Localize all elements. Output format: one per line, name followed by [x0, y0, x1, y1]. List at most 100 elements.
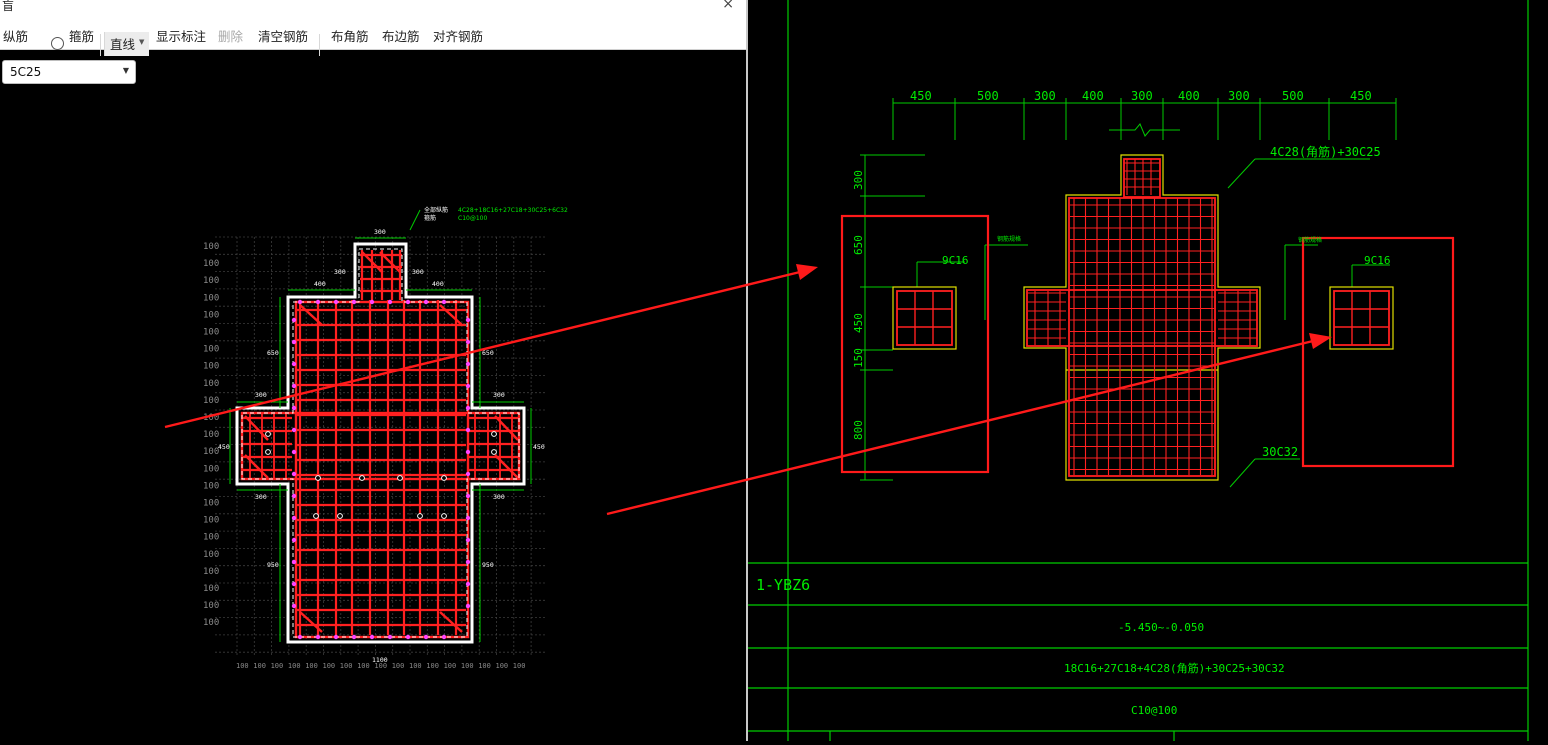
close-icon[interactable]: × [722, 0, 734, 12]
rebar-point [291, 427, 297, 433]
grid-label: 100 [203, 516, 219, 526]
grid-label: 100 [444, 662, 457, 670]
dim-label: 400 [432, 280, 444, 288]
edge-rebar-button[interactable]: 布边筋 [382, 26, 420, 45]
top-dim-label: 450 [1350, 89, 1372, 103]
rebar-point [465, 317, 471, 323]
grid-label: 100 [305, 662, 318, 670]
rebar-point [491, 449, 497, 455]
grid-label: 100 [203, 396, 219, 406]
rebar-point [315, 634, 321, 640]
column-id: 1-YBZ6 [756, 576, 810, 594]
grid-label: 100 [203, 447, 219, 457]
rebar-editor-window: 盲 × 纵筋 箍筋 直线 ▼ 显示标注 删除 清空钢筋 布角筋 布边筋 对齐钢筋… [0, 0, 746, 741]
longitudinal-rebar-tab[interactable]: 纵筋 [3, 26, 28, 45]
dim-label: 300 [334, 268, 346, 276]
rebar-point [465, 537, 471, 543]
grid-label: 100 [340, 662, 353, 670]
top-dim-label: 400 [1178, 89, 1200, 103]
rebar-point [405, 634, 411, 640]
rebar-point [465, 515, 471, 521]
rebar-point [397, 475, 403, 481]
rebar-line [244, 415, 269, 441]
rebar-point [465, 361, 471, 367]
dimension-lines [229, 209, 532, 642]
grid-label: 100 [236, 662, 249, 670]
rebar-point [369, 299, 375, 305]
section-editor-canvas[interactable]: 300 300 300 400 400 650 650 300 300 450 … [0, 50, 746, 741]
rebar-point [291, 383, 297, 389]
cad-stirrup [1333, 290, 1390, 346]
callout-label-2: 箍筋 [424, 214, 436, 222]
elevation-value: -5.450~-0.050 [1118, 621, 1204, 634]
grid-label: 100 [203, 464, 219, 474]
top-dim-label: 300 [1228, 89, 1250, 103]
rebar-line [494, 415, 519, 441]
rebar-point [291, 405, 297, 411]
rebar-point [369, 634, 375, 640]
dim-label: 450 [533, 443, 545, 451]
dim-label: 300 [493, 391, 505, 399]
rebar-line [244, 454, 269, 479]
rebar-point [465, 383, 471, 389]
rebar-point [291, 361, 297, 367]
rebar-point [465, 339, 471, 345]
dim-label: 950 [267, 561, 279, 569]
grid-label: 100 [323, 662, 336, 670]
rebar-line [439, 304, 463, 326]
rebar-point [291, 559, 297, 565]
grid-label: 100 [271, 662, 284, 670]
rebar-point [333, 299, 339, 305]
rebar-point [265, 449, 271, 455]
dim-label: 300 [493, 493, 505, 501]
dim-label: 950 [482, 561, 494, 569]
dim-label: 300 [374, 228, 386, 236]
grid-label: 100 [203, 430, 219, 440]
dim-label: 650 [482, 349, 494, 357]
grid-label: 100 [392, 662, 405, 670]
rebar-point [337, 513, 343, 519]
grid-label: 100 [203, 276, 219, 286]
rebar-point [441, 634, 447, 640]
rebar-point [441, 513, 447, 519]
rebar-point [315, 299, 321, 305]
grid-label: 100 [426, 662, 439, 670]
toolbar: 纵筋 箍筋 直线 ▼ 显示标注 删除 清空钢筋 布角筋 布边筋 对齐钢筋 [0, 12, 746, 56]
rebar-point [291, 515, 297, 521]
grid-label: 100 [203, 259, 219, 269]
grid-label: 100 [203, 499, 219, 509]
stirrup-radio[interactable] [51, 37, 64, 50]
grid-label: 100 [203, 550, 219, 560]
grid-label: 100 [478, 662, 491, 670]
dim-label: 400 [314, 280, 326, 288]
align-rebar-button[interactable]: 对齐钢筋 [433, 26, 483, 45]
delete-button[interactable]: 删除 [218, 26, 243, 45]
top-dim-label: 500 [977, 89, 999, 103]
grid-label: 100 [203, 242, 219, 252]
title-bar: 盲 × [0, 0, 746, 13]
rebar-point [291, 493, 297, 499]
rebar-line [494, 454, 519, 479]
rebar-point [387, 634, 393, 640]
callout-label-1: 全部纵筋 [424, 206, 448, 214]
grid-label: 100 [409, 662, 422, 670]
left-dim-labels: 300 650 450 150 800 [852, 170, 865, 440]
rebar-point [405, 299, 411, 305]
grid-label: 100 [203, 379, 219, 389]
grid-label: 100 [496, 662, 509, 670]
grid-label: 100 [461, 662, 474, 670]
rebar-point [359, 475, 365, 481]
rebar-point [465, 559, 471, 565]
clear-rebar-button[interactable]: 清空钢筋 [258, 26, 308, 45]
stirrup-tab[interactable]: 箍筋 [69, 26, 94, 45]
rebar-callout: 全部纵筋 4C28+18C16+27C18+30C25+6C32 箍筋 C10@… [424, 206, 568, 222]
rebar-point [351, 299, 357, 305]
rebar-point [465, 427, 471, 433]
rebar-point [387, 299, 393, 305]
corner-rebar-button[interactable]: 布角筋 [331, 26, 369, 45]
show-labels-button[interactable]: 显示标注 [156, 26, 206, 45]
rebar-point [291, 581, 297, 587]
rebar-point [265, 431, 271, 437]
small-note: 钢筋规格 [1298, 236, 1322, 244]
rebar-point [465, 449, 471, 455]
